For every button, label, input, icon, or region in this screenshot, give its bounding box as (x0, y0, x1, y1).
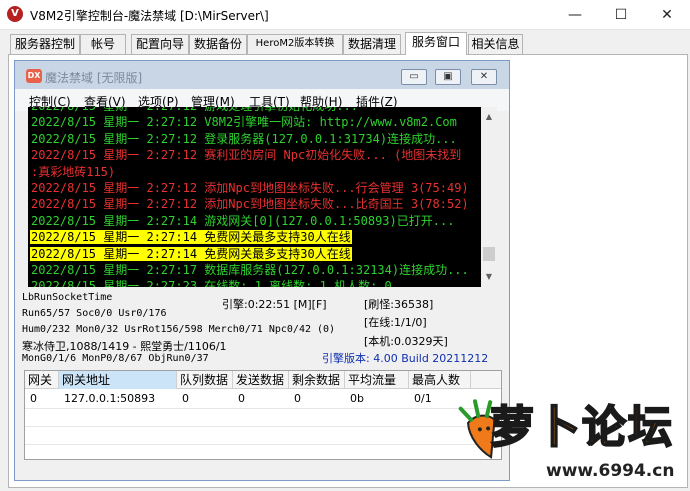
log-line: 2022/8/15 星期一 2:27:14 免费网关最多支持30人在线 (28, 229, 481, 245)
cell-avg: 0b (350, 392, 364, 405)
cell-remaining: 0 (294, 392, 301, 405)
scroll-down-icon[interactable]: ▼ (481, 269, 497, 285)
engine-time: 引擎:0:22:51 [M][F] (222, 298, 327, 311)
log-line: 2022/8/15 星期一 2:27:17 数据库服务器(127.0.0.1:3… (28, 262, 481, 278)
close-button[interactable]: ✕ (644, 0, 690, 30)
scroll-up-icon[interactable]: ▲ (481, 109, 497, 125)
log-line-text: 2022/8/15 星期一 2:27:12 游戏处理引擎初始化成功... (30, 107, 359, 113)
col-gateway[interactable]: 网关 (25, 371, 59, 389)
cell-max: 0/1 (414, 392, 432, 405)
engine-version: 引擎版本: 4.00 Build 20211212 (322, 352, 489, 365)
forum-watermark: 萝卜论坛 www.6994.cn (446, 385, 676, 485)
log-line-text: 2022/8/15 星期一 2:27:14 免费网关最多支持30人在线 (30, 230, 352, 245)
hum-stats: Hum0/232 Mon0/32 UsrRot156/598 Merch0/71… (22, 324, 336, 335)
col-queue-data[interactable]: 队列数据 (177, 371, 233, 389)
log-line-text: 2022/8/15 星期一 2:27:12 V8M2引擎唯一网站: http:/… (31, 115, 457, 130)
col-send-data[interactable]: 发送数据 (233, 371, 289, 389)
table-row[interactable]: 0 127.0.0.1:50893 0 0 0 0b 0/1 (25, 390, 501, 408)
tab-data-backup[interactable]: 数据备份 (189, 34, 247, 54)
server-app-icon: DX (26, 69, 42, 83)
log-line-text: 2022/8/15 星期一 2:27:14 免费网关最多支持30人在线 (30, 246, 352, 261)
player-info: 寒冰侍卫,1088/1419 - 熙堂勇士/1106/1 (22, 340, 227, 353)
tab-server-control[interactable]: 服务器控制 (10, 34, 80, 54)
log-line-text: 2022/8/15 星期一 2:27:12 赛利亚的房间 Npc初始化失败...… (31, 148, 462, 163)
maximize-button[interactable]: ☐ (598, 0, 644, 30)
monster-refresh: [刷怪:36538] (364, 298, 434, 311)
log-line: 2022/8/15 星期一 2:27:12 游戏处理引擎初始化成功... (28, 107, 481, 114)
log-console[interactable]: 2022/8/15 星期一 2:27:12 游戏处理引擎初始化成功... 2022… (28, 107, 481, 287)
cell-send: 0 (238, 392, 245, 405)
run-socket-time: LbRunSocketTime (22, 292, 113, 303)
online-count: [在线:1/1/0] (364, 316, 427, 329)
server-window-titlebar: DX 魔法禁域 [无限版] ▭ ▣ ✕ (15, 61, 509, 89)
inner-restore-button[interactable]: ▣ (435, 69, 461, 85)
log-line: 2022/8/15 星期一 2:27:12 赛利亚的房间 Npc初始化失败...… (28, 147, 481, 163)
cell-address: 127.0.0.1:50893 (64, 392, 156, 405)
minimize-button[interactable]: — (552, 0, 598, 30)
log-scrollbar[interactable]: ▲ ▼ (481, 107, 497, 287)
local-uptime: [本机:0.0329天] (364, 335, 448, 348)
log-line-text: :真彩地砖115) (31, 164, 116, 179)
inner-minimize-button[interactable]: ▭ (401, 69, 427, 85)
tab-service-window[interactable]: 服务窗口 (405, 32, 467, 55)
log-line: 2022/8/15 星期一 2:27:12 添加Npc到地图坐标失败...比奇国… (28, 196, 481, 212)
server-window-title: 魔法禁域 [无限版] (45, 71, 143, 85)
main-tabs: 服务器控制 帐号 配置向导 数据备份 HeroM2版本转换 数据清理 服务窗口 … (10, 32, 686, 55)
log-line-text: 2022/8/15 星期一 2:27:23 在线数: 1 离线数: 1 机人数:… (31, 279, 392, 287)
gateway-table[interactable]: 网关 网关地址 队列数据 发送数据 剩余数据 平均流量 最高人数 0 127.0… (24, 370, 502, 460)
log-line-text: 2022/8/15 星期一 2:27:14 游戏网关[0](127.0.0.1:… (31, 213, 455, 228)
tab-related-info[interactable]: 相关信息 (468, 34, 523, 54)
watermark-url: www.6994.cn (546, 461, 675, 481)
cell-gateway: 0 (30, 392, 37, 405)
inner-close-button[interactable]: ✕ (471, 69, 497, 85)
tab-config-wizard[interactable]: 配置向导 (131, 34, 189, 54)
log-line-text: 2022/8/15 星期一 2:27:12 添加Npc到地图坐标失败...行会管… (31, 180, 469, 195)
log-line: 2022/8/15 星期一 2:27:12 添加Npc到地图坐标失败...行会管… (28, 180, 481, 196)
log-line: 2022/8/15 星期一 2:27:14 免费网关最多支持30人在线 (28, 246, 481, 262)
col-avg-traffic[interactable]: 平均流量 (345, 371, 409, 389)
table-header: 网关 网关地址 队列数据 发送数据 剩余数据 平均流量 最高人数 (25, 371, 501, 389)
run-stats: Run65/57 Soc0/0 Usr0/176 (22, 308, 167, 319)
col-gateway-address[interactable]: 网关地址 (59, 371, 177, 389)
log-line: 2022/8/15 星期一 2:27:12 登录服务器(127.0.0.1:31… (28, 131, 481, 147)
cell-queue: 0 (182, 392, 189, 405)
tab-herom2-convert[interactable]: HeroM2版本转换 (247, 34, 343, 54)
scroll-thumb[interactable] (483, 247, 495, 261)
tab-account[interactable]: 帐号 (80, 34, 126, 54)
watermark-title: 萝卜论坛 (489, 401, 674, 454)
col-remaining-data[interactable]: 剩余数据 (289, 371, 345, 389)
log-line-text: 2022/8/15 星期一 2:27:17 数据库服务器(127.0.0.1:3… (31, 262, 469, 277)
title-bar: V V8M2引擎控制台-魔法禁域 [D:\MirServer\] — ☐ ✕ (0, 0, 690, 30)
app-icon: V (7, 6, 23, 22)
log-line: 2022/8/15 星期一 2:27:14 游戏网关[0](127.0.0.1:… (28, 213, 481, 229)
tab-data-cleanup[interactable]: 数据清理 (343, 34, 401, 54)
log-line: 2022/8/15 星期一 2:27:12 V8M2引擎唯一网站: http:/… (28, 114, 481, 130)
window-title: V8M2引擎控制台-魔法禁域 [D:\MirServer\] (30, 9, 269, 23)
log-line: :真彩地砖115) (28, 164, 481, 180)
monster-stats: MonG0/1/6 MonP0/8/67 ObjRun0/37 (22, 353, 209, 364)
log-line: 2022/8/15 星期一 2:27:23 在线数: 1 离线数: 1 机人数:… (28, 278, 481, 287)
log-line-text: 2022/8/15 星期一 2:27:12 登录服务器(127.0.0.1:31… (31, 131, 457, 146)
log-line-text: 2022/8/15 星期一 2:27:12 添加Npc到地图坐标失败...比奇国… (31, 197, 469, 212)
